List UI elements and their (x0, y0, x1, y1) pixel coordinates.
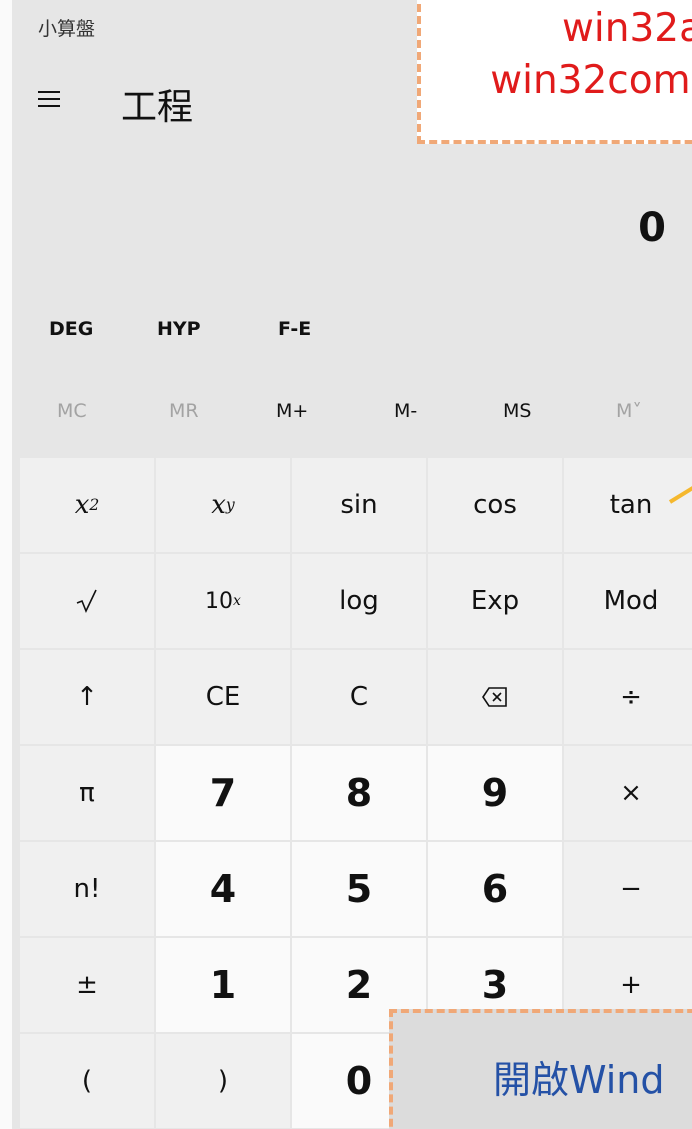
hyp-toggle-button[interactable]: HYP (157, 318, 201, 340)
digit-7-button[interactable]: 7 (156, 746, 290, 840)
square-root-button[interactable] (20, 554, 154, 648)
digit-8-button[interactable]: 8 (292, 746, 426, 840)
result-display: 0 (638, 205, 666, 251)
backspace-button[interactable] (428, 650, 562, 744)
memory-list-button[interactable]: M˅ (616, 400, 642, 422)
digit-6-button[interactable]: 6 (428, 842, 562, 936)
backspace-icon (482, 687, 507, 707)
close-paren-button[interactable]: ) (156, 1034, 290, 1128)
power-button[interactable]: xy (156, 458, 290, 552)
deg-toggle-button[interactable]: DEG (49, 318, 93, 340)
log-button[interactable]: log (292, 554, 426, 648)
digit-1-button[interactable]: 1 (156, 938, 290, 1032)
square-button[interactable]: x2 (20, 458, 154, 552)
subtract-button[interactable]: − (564, 842, 692, 936)
factorial-button[interactable]: n! (20, 842, 154, 936)
multiply-button[interactable]: × (564, 746, 692, 840)
shift-button[interactable]: ↑ (20, 650, 154, 744)
digit-9-button[interactable]: 9 (428, 746, 562, 840)
clear-button[interactable]: C (292, 650, 426, 744)
square-root-icon (76, 589, 97, 613)
pi-button[interactable]: π (20, 746, 154, 840)
annotation-arrow-icon (668, 486, 692, 504)
open-paren-button[interactable]: ( (20, 1034, 154, 1128)
overlay-text-line2: win32a (562, 6, 692, 51)
mod-button[interactable]: Mod (564, 554, 692, 648)
overlay-text-line3: win32com. (490, 58, 692, 103)
memory-add-button[interactable]: M+ (276, 400, 308, 422)
digit-5-button[interactable]: 5 (292, 842, 426, 936)
app-title: 小算盤 (38, 18, 96, 40)
overlay-bottom-text: 開啟Wind (493, 1058, 665, 1102)
memory-clear-button[interactable]: MC (57, 400, 87, 422)
fe-toggle-button[interactable]: F-E (278, 318, 311, 340)
hamburger-menu-icon[interactable] (38, 91, 60, 107)
memory-subtract-button[interactable]: M- (394, 400, 417, 422)
annotation-overlay-bottom: 開啟Wind (389, 1009, 692, 1129)
mode-title: 工程 (121, 87, 194, 128)
memory-store-button[interactable]: MS (503, 400, 531, 422)
menu-bar-line (38, 91, 60, 93)
memory-row: MC MR M+ M- MS M˅ (12, 400, 692, 440)
memory-recall-button[interactable]: MR (169, 400, 199, 422)
left-window-edge (0, 0, 12, 1129)
negate-button[interactable]: ± (20, 938, 154, 1032)
divide-button[interactable]: ÷ (564, 650, 692, 744)
angle-toggle-row: DEG HYP F-E (12, 318, 692, 358)
ten-power-button[interactable]: 10 x (156, 554, 290, 648)
annotation-overlay-top: g win32a win32com. (417, 0, 692, 144)
cos-button[interactable]: cos (428, 458, 562, 552)
exp-button[interactable]: Exp (428, 554, 562, 648)
menu-bar-line (38, 105, 60, 107)
menu-bar-line (38, 98, 60, 100)
digit-4-button[interactable]: 4 (156, 842, 290, 936)
clear-entry-button[interactable]: CE (156, 650, 290, 744)
calculator-window: 小算盤 工程 g win32a win32com. 0 DEG HYP F-E … (12, 0, 692, 1129)
sin-button[interactable]: sin (292, 458, 426, 552)
